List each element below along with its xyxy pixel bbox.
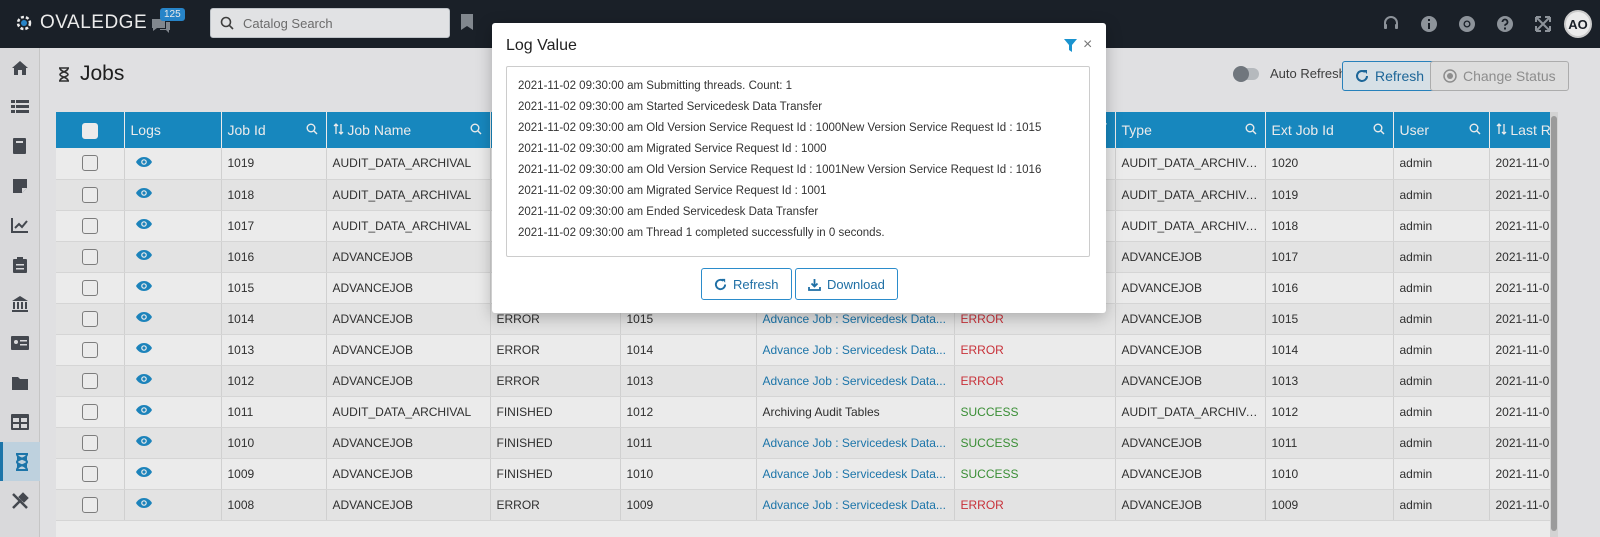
close-icon[interactable]: ×: [1083, 36, 1092, 54]
refresh-icon: [714, 278, 727, 290]
log-value-dialog: Log Value × 2021-11-02 09:30:00 am Submi…: [492, 23, 1106, 313]
filter-icon[interactable]: [1064, 39, 1077, 52]
log-line: 2021-11-02 09:30:00 am Ended Servicedesk…: [518, 206, 819, 218]
log-line: 2021-11-02 09:30:00 am Migrated Service …: [518, 185, 827, 197]
log-line: 2021-11-02 09:30:00 am Thread 1 complete…: [518, 227, 885, 239]
dialog-title: Log Value: [506, 37, 577, 54]
log-content: 2021-11-02 09:30:00 am Submitting thread…: [506, 66, 1090, 257]
log-line: 2021-11-02 09:30:00 am Migrated Service …: [518, 143, 827, 155]
log-line: 2021-11-02 09:30:00 am Old Version Servi…: [518, 164, 1042, 176]
log-line: 2021-11-02 09:30:00 am Submitting thread…: [518, 80, 793, 92]
dialog-download-button[interactable]: Download: [795, 268, 898, 300]
dialog-refresh-button[interactable]: Refresh: [701, 268, 792, 300]
log-line: 2021-11-02 09:30:00 am Started Servicede…: [518, 101, 823, 113]
log-line: 2021-11-02 09:30:00 am Old Version Servi…: [518, 122, 1042, 134]
download-icon: [808, 278, 821, 291]
